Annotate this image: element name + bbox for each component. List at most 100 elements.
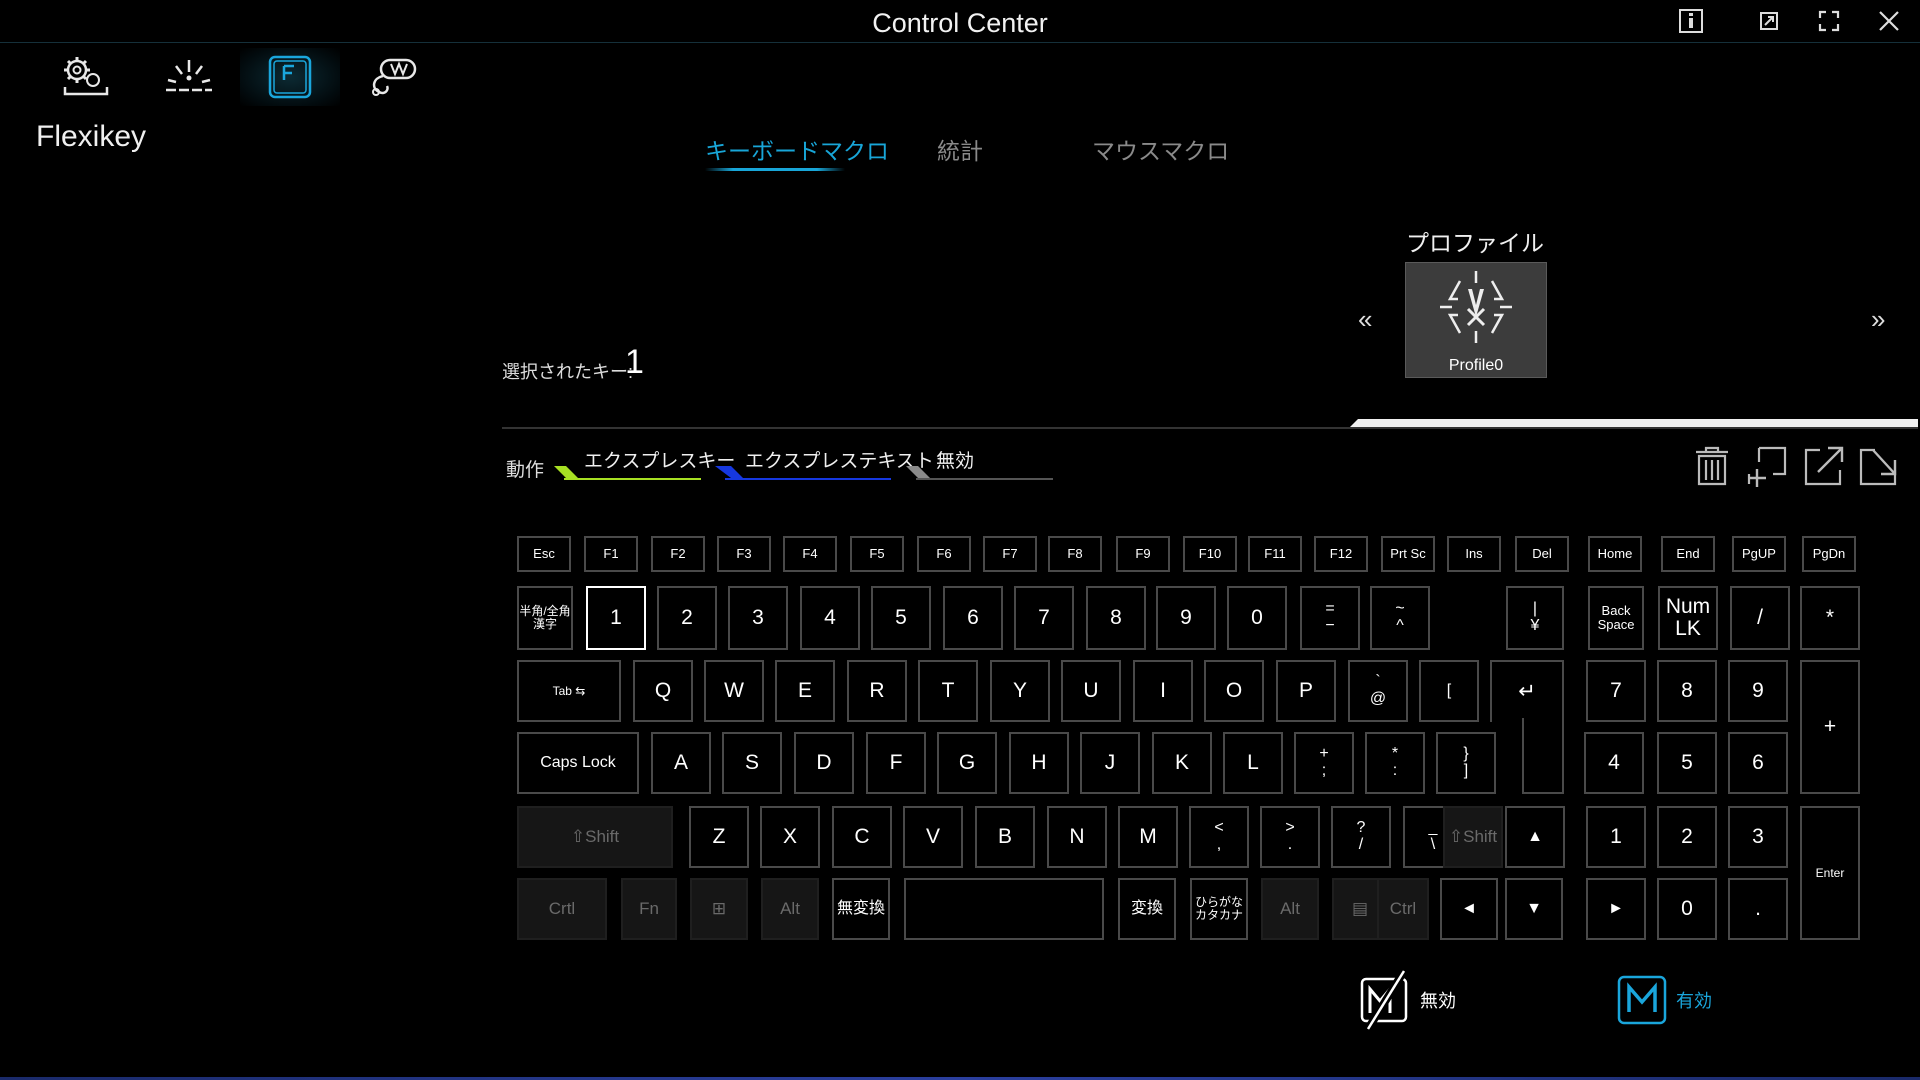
- key-fn[interactable]: Fn: [621, 878, 677, 940]
- key-0[interactable]: 0: [1657, 878, 1717, 940]
- macro-disable-toggle[interactable]: 無効: [1358, 969, 1456, 1031]
- key-num-lk[interactable]: Num LK: [1658, 586, 1718, 650]
- key-sym[interactable]: ◄: [1440, 878, 1498, 940]
- key-sym[interactable]: *:: [1365, 732, 1425, 794]
- key-sym[interactable]: ⊞: [690, 878, 748, 940]
- key-9[interactable]: 9: [1156, 586, 1216, 650]
- key-sym[interactable]: /: [1730, 586, 1790, 650]
- key-back-space[interactable]: Back Space: [1588, 586, 1644, 650]
- key-c[interactable]: C: [832, 806, 892, 868]
- key-h[interactable]: H: [1009, 732, 1069, 794]
- key-f12[interactable]: F12: [1314, 536, 1368, 572]
- key-sym[interactable]: ` @: [1348, 660, 1408, 722]
- key-5[interactable]: 5: [1657, 732, 1717, 794]
- key-a[interactable]: A: [651, 732, 711, 794]
- key-z[interactable]: Z: [689, 806, 749, 868]
- key-6[interactable]: 6: [1728, 732, 1788, 794]
- key-o[interactable]: O: [1204, 660, 1264, 722]
- key-w[interactable]: W: [704, 660, 764, 722]
- key-0[interactable]: 0: [1227, 586, 1287, 650]
- key-f2[interactable]: F2: [651, 536, 705, 572]
- key-r[interactable]: R: [847, 660, 907, 722]
- key-7[interactable]: 7: [1586, 660, 1646, 722]
- key-4[interactable]: 4: [1584, 732, 1644, 794]
- key-space[interactable]: [904, 878, 1104, 940]
- key-sym[interactable]: +: [1800, 660, 1860, 794]
- key-3[interactable]: 3: [728, 586, 788, 650]
- key-2[interactable]: 2: [1657, 806, 1717, 868]
- key-enter-lower[interactable]: [1522, 718, 1564, 794]
- key-sym[interactable]: *: [1800, 586, 1860, 650]
- key-home[interactable]: Home: [1588, 536, 1642, 572]
- key-j[interactable]: J: [1080, 732, 1140, 794]
- key-sym[interactable]: ↵: [1490, 660, 1564, 722]
- key-i[interactable]: I: [1133, 660, 1193, 722]
- key-u[interactable]: U: [1061, 660, 1121, 722]
- key-sym[interactable]: >.: [1260, 806, 1320, 868]
- key-alt[interactable]: Alt: [1261, 878, 1319, 940]
- key-n[interactable]: N: [1047, 806, 1107, 868]
- key-tab[interactable]: Tab ⇆: [517, 660, 621, 722]
- key-sym[interactable]: ~ ^: [1370, 586, 1430, 650]
- key-sym[interactable]: ? /: [1331, 806, 1391, 868]
- key-5[interactable]: 5: [871, 586, 931, 650]
- key-shift[interactable]: ⇧Shift: [1443, 806, 1503, 868]
- key-shift[interactable]: ⇧Shift: [517, 806, 673, 868]
- key-crtl[interactable]: Crtl: [517, 878, 607, 940]
- key-9[interactable]: 9: [1728, 660, 1788, 722]
- key-e[interactable]: E: [775, 660, 835, 722]
- key-sym[interactable]: .: [1728, 878, 1788, 940]
- key-4[interactable]: 4: [800, 586, 860, 650]
- key-v[interactable]: V: [903, 806, 963, 868]
- key-k[interactable]: K: [1152, 732, 1212, 794]
- key-pgup[interactable]: PgUP: [1732, 536, 1786, 572]
- key-8[interactable]: 8: [1086, 586, 1146, 650]
- key-1[interactable]: 1: [586, 586, 646, 650]
- key-変換[interactable]: 変換: [1118, 878, 1176, 940]
- key-x[interactable]: X: [760, 806, 820, 868]
- key-sym[interactable]: +;: [1294, 732, 1354, 794]
- key-b[interactable]: B: [975, 806, 1035, 868]
- key-d[interactable]: D: [794, 732, 854, 794]
- key-m[interactable]: M: [1118, 806, 1178, 868]
- key-caps-lock[interactable]: Caps Lock: [517, 732, 639, 794]
- key-p[interactable]: P: [1276, 660, 1336, 722]
- key-end[interactable]: End: [1661, 536, 1715, 572]
- key-ins[interactable]: Ins: [1447, 536, 1501, 572]
- key-sym[interactable]: ▼: [1505, 878, 1563, 940]
- key-3[interactable]: 3: [1728, 806, 1788, 868]
- key-f5[interactable]: F5: [850, 536, 904, 572]
- key-半角-全角-漢字[interactable]: 半角/全角 漢字: [517, 586, 573, 650]
- key-ひらがな-カタカナ[interactable]: ひらがな カタカナ: [1190, 878, 1248, 940]
- key-sym[interactable]: ▲: [1505, 806, 1565, 868]
- key-2[interactable]: 2: [657, 586, 717, 650]
- macro-enable-toggle[interactable]: 有効: [1616, 970, 1712, 1030]
- key-f4[interactable]: F4: [783, 536, 837, 572]
- key-sym[interactable]: [: [1419, 660, 1479, 722]
- key-f8[interactable]: F8: [1048, 536, 1102, 572]
- key-t[interactable]: T: [918, 660, 978, 722]
- key-7[interactable]: 7: [1014, 586, 1074, 650]
- key-f3[interactable]: F3: [717, 536, 771, 572]
- key-enter[interactable]: Enter: [1800, 806, 1860, 940]
- key-sym[interactable]: <,: [1189, 806, 1249, 868]
- key-l[interactable]: L: [1223, 732, 1283, 794]
- key-sym[interactable]: ►: [1586, 878, 1646, 940]
- key-f9[interactable]: F9: [1116, 536, 1170, 572]
- key-s[interactable]: S: [722, 732, 782, 794]
- key-sym[interactable]: | ¥: [1506, 586, 1564, 650]
- key-q[interactable]: Q: [633, 660, 693, 722]
- key-sym[interactable]: }]: [1436, 732, 1496, 794]
- key-del[interactable]: Del: [1515, 536, 1569, 572]
- key-f7[interactable]: F7: [983, 536, 1037, 572]
- key-y[interactable]: Y: [990, 660, 1050, 722]
- key-f11[interactable]: F11: [1248, 536, 1302, 572]
- key-f1[interactable]: F1: [584, 536, 638, 572]
- key-esc[interactable]: Esc: [517, 536, 571, 572]
- key-ctrl[interactable]: Ctrl: [1377, 878, 1429, 940]
- key-f6[interactable]: F6: [917, 536, 971, 572]
- key-無変換[interactable]: 無変換: [832, 878, 890, 940]
- key-f[interactable]: F: [866, 732, 926, 794]
- key-prt-sc[interactable]: Prt Sc: [1381, 536, 1435, 572]
- key-alt[interactable]: Alt: [761, 878, 819, 940]
